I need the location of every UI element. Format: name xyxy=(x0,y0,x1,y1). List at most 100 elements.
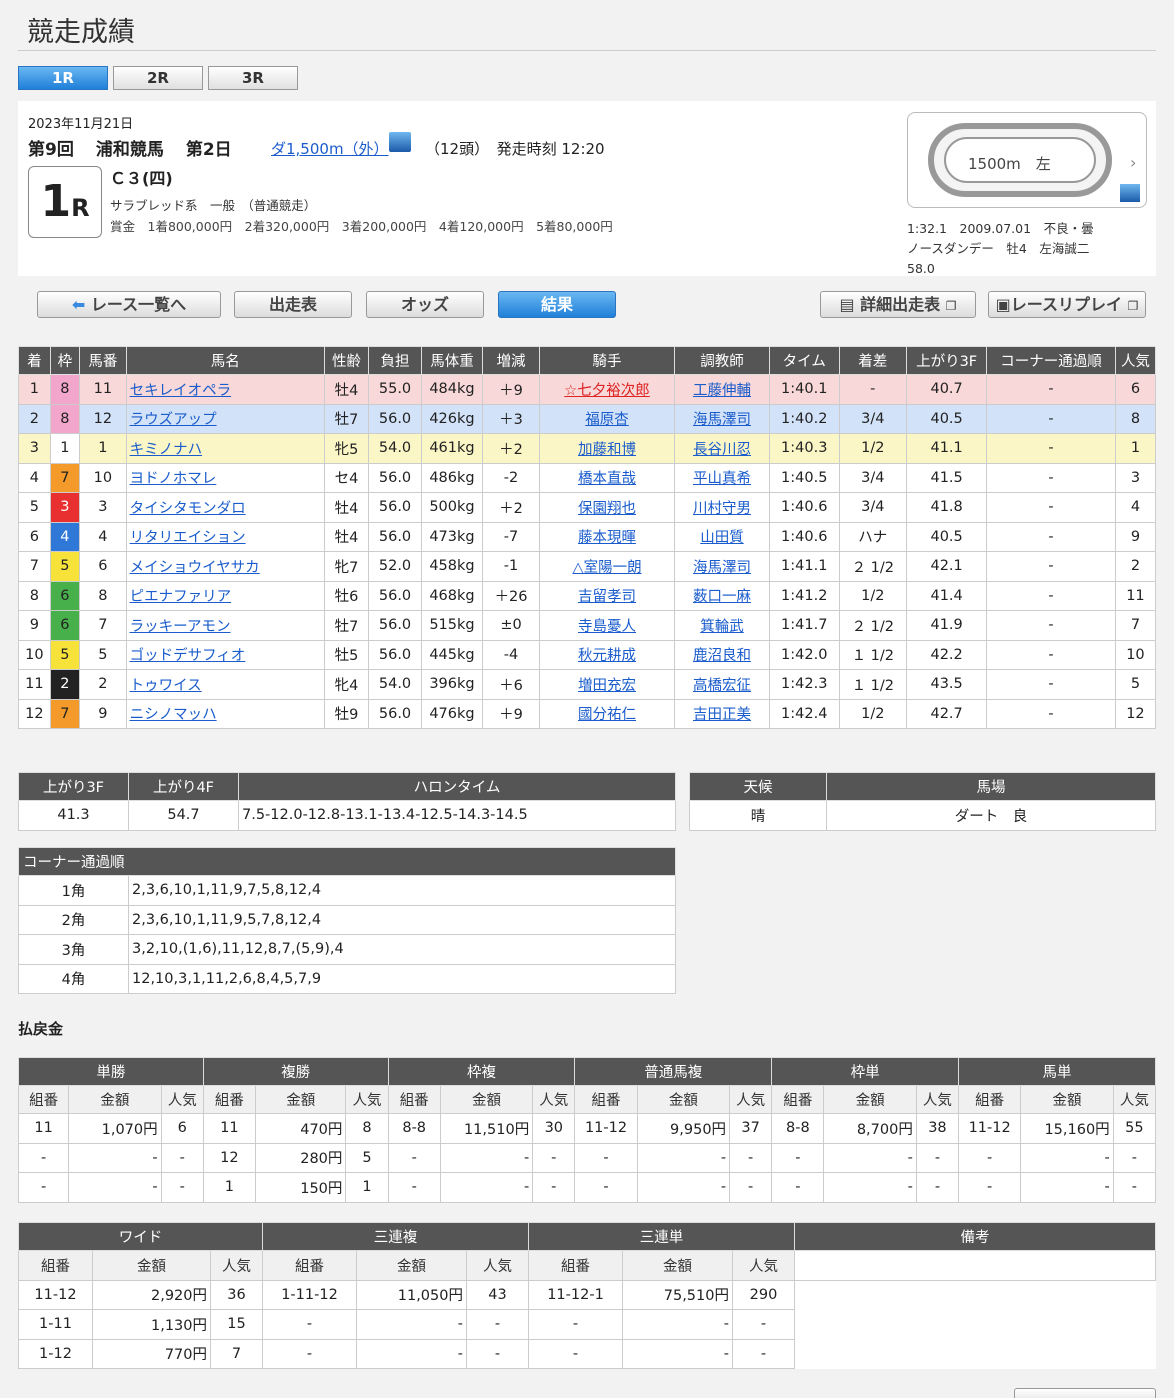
cell-5: 56.0 xyxy=(368,610,422,641)
cell-11: 1/2 xyxy=(838,698,908,729)
payout-cell: 11,050円 xyxy=(356,1279,467,1310)
cell-13: - xyxy=(986,551,1116,582)
cell-11: １ 1/2 xyxy=(838,669,908,700)
cell-6: 473kg xyxy=(420,521,484,552)
jockey-link[interactable]: 増田充宏 xyxy=(578,678,636,694)
cell-13: - xyxy=(986,698,1116,729)
trainer-link[interactable]: 鹿沼良和 xyxy=(693,648,751,664)
horse-link[interactable]: ゴッドデサフィオ xyxy=(130,648,246,664)
cell-14: 2 xyxy=(1114,551,1157,582)
payout-subheader: 金額 xyxy=(636,1085,731,1114)
table-row: 1-11 1,130円 15- - - - - - xyxy=(18,1309,1156,1340)
payout-group: 単勝 xyxy=(18,1057,204,1086)
entries-button[interactable]: 出走表 xyxy=(234,291,352,318)
cell-1: 7 xyxy=(49,462,81,493)
document-icon: ▤ xyxy=(839,295,855,314)
results-header: 上がり3F xyxy=(906,346,988,375)
cell-4: 牡6 xyxy=(323,580,370,611)
odds-button[interactable]: オッズ xyxy=(366,291,484,318)
trainer-link[interactable]: 吉田正美 xyxy=(693,707,751,723)
payout-subheader: 人気 xyxy=(210,1250,263,1281)
trainer-link[interactable]: 工藤伸輔 xyxy=(693,383,751,399)
tab-1r[interactable]: 1R xyxy=(18,66,108,90)
payout-cell: 11-12 xyxy=(18,1279,93,1310)
jockey-link[interactable]: 橋本直哉 xyxy=(578,471,636,487)
jockey-link[interactable]: 加藤和博 xyxy=(578,442,636,458)
trainer-link[interactable]: 薮口一麻 xyxy=(693,589,751,605)
track-condition: ダート 良 xyxy=(826,800,1156,831)
jockey-link[interactable]: 秋元耕成 xyxy=(578,648,636,664)
cell-7: -2 xyxy=(482,462,541,493)
chevron-right-icon[interactable]: › xyxy=(1130,153,1136,172)
jockey-link[interactable]: 寺島憂人 xyxy=(578,619,636,635)
tab-3r[interactable]: 3R xyxy=(208,66,298,90)
payout-group: ワイド xyxy=(18,1222,263,1251)
payout-cell: 150円 xyxy=(255,1172,347,1203)
jockey-link[interactable]: 福原杏 xyxy=(585,412,629,428)
jockey-link[interactable]: 吉留孝司 xyxy=(578,589,636,605)
payout-cell: - xyxy=(439,1142,534,1173)
payout-cell: 43 xyxy=(466,1279,529,1310)
trainer-link[interactable]: 海馬澤司 xyxy=(693,560,751,576)
cell-1: 5 xyxy=(49,551,81,582)
payout-subheader: 金額 xyxy=(255,1085,347,1114)
jockey-link[interactable]: △室陽一朗 xyxy=(572,560,641,576)
replay-button[interactable]: ▣レースリプレイ ❐ xyxy=(988,291,1146,318)
trainer-link[interactable]: 海馬澤司 xyxy=(693,412,751,428)
trainer-link[interactable]: 川村守男 xyxy=(693,501,751,517)
payout-list-button[interactable] xyxy=(1014,1388,1156,1398)
track-diagram[interactable]: 1500m 左 › xyxy=(907,112,1147,208)
cell-4: セ4 xyxy=(323,462,370,493)
distance-link[interactable]: ダ1,500m（外） xyxy=(271,138,389,159)
cell-10: 1:40.3 xyxy=(768,433,840,464)
cell-1: 2 xyxy=(49,669,81,700)
horse-link[interactable]: キミノナハ xyxy=(130,442,203,458)
jockey-link[interactable]: ☆七夕裕次郎 xyxy=(564,383,650,399)
cell-2: 12 xyxy=(79,403,127,434)
trainer-link[interactable]: 高橋宏征 xyxy=(693,678,751,694)
cell-2: 4 xyxy=(79,521,127,552)
horse-link[interactable]: タイシタモンダロ xyxy=(130,501,246,517)
race-list-button[interactable]: ⬅ レース一覧へ xyxy=(37,291,221,318)
horse-link[interactable]: ピエナファリア xyxy=(130,589,232,605)
payout-subheader: 人気 xyxy=(345,1085,389,1114)
horse-link[interactable]: リタリエイション xyxy=(130,530,246,546)
horse-link[interactable]: ニシノマッハ xyxy=(130,707,217,723)
cell-3: ゴッドデサフィオ xyxy=(125,639,325,670)
horse-link[interactable]: ラッキーアモン xyxy=(130,619,231,635)
horse-link[interactable]: メイショウイヤサカ xyxy=(130,560,260,576)
cell-3: キミノナハ xyxy=(125,433,325,464)
payout-cell: - xyxy=(532,1172,576,1203)
trainer-link[interactable]: 箕輪武 xyxy=(700,619,744,635)
course-map-icon[interactable] xyxy=(389,132,411,152)
horse-link[interactable]: セキレイオペラ xyxy=(130,383,232,399)
cell-5: 56.0 xyxy=(368,492,422,523)
cell-9: 薮口一麻 xyxy=(674,580,770,611)
cell-2: 1 xyxy=(79,433,127,464)
cell-4: 牡7 xyxy=(323,403,370,434)
replay-icon: ▣ xyxy=(995,295,1011,314)
trainer-link[interactable]: 山田質 xyxy=(700,530,744,546)
horse-link[interactable]: ラウズアップ xyxy=(130,412,217,428)
cell-1: 8 xyxy=(49,403,81,434)
detail-entries-button[interactable]: ▤ 詳細出走表 ❐ xyxy=(820,291,976,318)
payout-cell: 8 xyxy=(345,1113,389,1144)
results-button[interactable]: 結果 xyxy=(498,291,616,318)
horse-link[interactable]: ヨドノホマレ xyxy=(130,471,217,487)
jockey-link[interactable]: 藤本現暉 xyxy=(578,530,636,546)
jockey-link[interactable]: 保園翔也 xyxy=(578,501,636,517)
tab-2r[interactable]: 2R xyxy=(113,66,203,90)
payout-cell: 38 xyxy=(915,1113,960,1144)
payout-group: 枠複 xyxy=(387,1057,576,1086)
jockey-link[interactable]: 國分祐仁 xyxy=(578,707,636,723)
race-class: Ｃ３(四) xyxy=(110,169,173,188)
course-map-icon[interactable] xyxy=(1120,184,1140,202)
payout-table-1: 単勝 複勝 枠複 普通馬複 枠単 馬単 組番 金額 人気 組番 金額 人気 組番 金額 人気 組番 金額 人気 組番… xyxy=(17,1057,1157,1203)
cell-3: セキレイオペラ xyxy=(125,374,325,405)
trainer-link[interactable]: 平山真希 xyxy=(693,471,751,487)
results-header: 人気 xyxy=(1114,346,1157,375)
cell-11: 1/2 xyxy=(838,433,908,464)
trainer-link[interactable]: 長谷川忍 xyxy=(693,442,751,458)
table-row: 3 1 1 キミノナハ 牝5 54.0 461kg ＋2 加藤和博 長谷川忍 1:40.3 1/2 41… xyxy=(18,433,1157,464)
horse-link[interactable]: トゥワイス xyxy=(130,678,202,694)
